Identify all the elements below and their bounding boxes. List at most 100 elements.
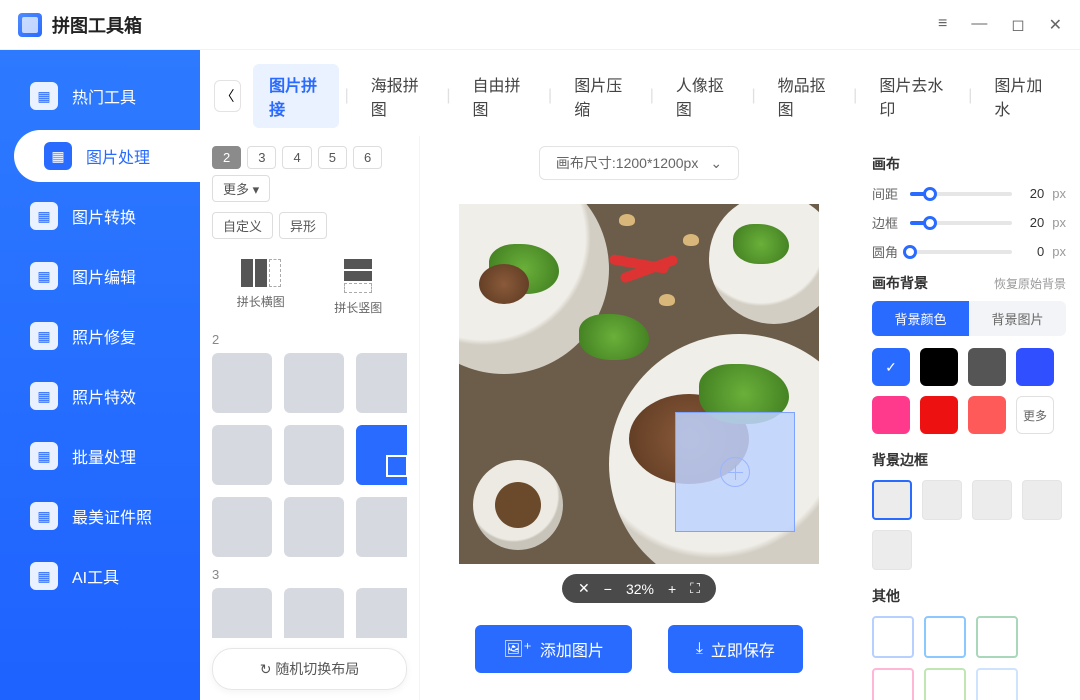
sidebar-label: 批量处理 <box>72 444 136 468</box>
template-option[interactable] <box>356 588 407 638</box>
convert-icon: ▦ <box>30 202 58 230</box>
color-swatch[interactable] <box>920 396 958 434</box>
add-image-button[interactable]: 🖼⁺ 添加图片 <box>475 625 632 673</box>
radius-slider[interactable] <box>910 250 1012 254</box>
tab-7[interactable]: 图片加水 <box>978 64 1064 128</box>
count-5[interactable]: 5 <box>318 146 347 169</box>
count-6[interactable]: 6 <box>353 146 382 169</box>
frame-option[interactable] <box>976 668 1018 700</box>
radius-value: 0 <box>1020 244 1044 259</box>
color-more[interactable]: 更多 <box>1016 396 1054 434</box>
vertical-icon <box>344 259 372 293</box>
template-option[interactable] <box>212 497 272 557</box>
border-option[interactable] <box>922 480 962 520</box>
sidebar-label: 照片修复 <box>72 324 136 348</box>
image-drop-slot[interactable] <box>675 412 795 532</box>
color-swatch[interactable] <box>920 348 958 386</box>
sidebar-item-3[interactable]: ▦图片编辑 <box>0 250 200 302</box>
frame-option[interactable] <box>976 616 1018 658</box>
canvas[interactable] <box>459 204 819 564</box>
reset-bg-button[interactable]: 恢复原始背景 <box>994 275 1066 292</box>
canvas-size-select[interactable]: 画布尺寸:1200*1200px ⌄ <box>539 146 739 180</box>
custom-pill[interactable]: 自定义 <box>212 212 273 239</box>
zoom-out-icon[interactable]: − <box>604 581 612 597</box>
app-logo <box>18 13 42 37</box>
border-option[interactable] <box>972 480 1012 520</box>
download-icon: ⤓ <box>696 640 703 658</box>
bg-title: 画布背景 <box>872 273 928 293</box>
template-option[interactable] <box>212 588 272 638</box>
spacing-value: 20 <box>1020 186 1044 201</box>
tab-0[interactable]: 图片拼接 <box>253 64 339 128</box>
sidebar-item-7[interactable]: ▦最美证件照 <box>0 490 200 542</box>
count-more[interactable]: 更多 ▾ <box>212 175 270 202</box>
template-option[interactable] <box>212 425 272 485</box>
sidebar-label: 图片转换 <box>72 204 136 228</box>
tab-6[interactable]: 图片去水印 <box>863 64 962 128</box>
template-option[interactable] <box>284 353 344 413</box>
template-option[interactable] <box>356 425 407 485</box>
image-process-icon: ▦ <box>44 142 72 170</box>
edit-icon: ▦ <box>30 262 58 290</box>
canvas-size-label: 画布尺寸:1200*1200px <box>556 153 698 173</box>
spacing-slider[interactable] <box>910 192 1012 196</box>
tab-5[interactable]: 物品抠图 <box>762 64 848 128</box>
sidebar-item-6[interactable]: ▦批量处理 <box>0 430 200 482</box>
plus-icon <box>720 457 750 487</box>
template-group-label: 3 <box>212 567 403 582</box>
frame-option[interactable] <box>924 616 966 658</box>
back-button[interactable]: 〈 <box>214 80 241 112</box>
tab-2[interactable]: 自由拼图 <box>457 64 543 128</box>
frame-option[interactable] <box>872 668 914 700</box>
radius-label: 圆角 <box>872 242 902 261</box>
random-layout-button[interactable]: ↻ 随机切换布局 <box>212 648 407 690</box>
mode-vertical[interactable]: 拼长竖图 <box>334 259 382 316</box>
seg-bg-color[interactable]: 背景颜色 <box>872 301 969 336</box>
sidebar-label: 照片特效 <box>72 384 136 408</box>
mode-horizontal[interactable]: 拼长横图 <box>237 259 285 316</box>
save-button[interactable]: ⤓ 立即保存 <box>668 625 803 673</box>
template-option[interactable] <box>284 588 344 638</box>
template-option[interactable] <box>212 353 272 413</box>
app-title: 拼图工具箱 <box>52 12 142 38</box>
minimize-icon[interactable]: — <box>971 15 987 35</box>
tab-4[interactable]: 人像抠图 <box>660 64 746 128</box>
tab-1[interactable]: 海报拼图 <box>355 64 441 128</box>
zoom-level: 32% <box>626 581 654 597</box>
count-2[interactable]: 2 <box>212 146 241 169</box>
border-option[interactable] <box>872 530 912 570</box>
fit-icon[interactable]: ⛶ <box>690 580 700 597</box>
template-option[interactable] <box>356 497 407 557</box>
frame-option[interactable] <box>924 668 966 700</box>
template-option[interactable] <box>284 497 344 557</box>
color-swatch[interactable] <box>872 348 910 386</box>
border-slider[interactable] <box>910 221 1012 225</box>
color-swatch[interactable] <box>968 348 1006 386</box>
sidebar-item-0[interactable]: ▦热门工具 <box>0 70 200 122</box>
sidebar-item-8[interactable]: ▦AI工具 <box>0 550 200 602</box>
zoom-in-icon[interactable]: + <box>668 581 676 597</box>
ai-icon: ▦ <box>30 562 58 590</box>
count-4[interactable]: 4 <box>282 146 311 169</box>
maximize-icon[interactable]: ◻ <box>1011 15 1024 35</box>
template-option[interactable] <box>284 425 344 485</box>
color-swatch[interactable] <box>968 396 1006 434</box>
sidebar-item-1[interactable]: ▦图片处理 <box>14 130 200 182</box>
seg-bg-image[interactable]: 背景图片 <box>969 301 1066 336</box>
sidebar-item-2[interactable]: ▦ 图片转换 <box>0 190 200 242</box>
sidebar-label: 最美证件照 <box>72 504 152 528</box>
irregular-pill[interactable]: 异形 <box>279 212 327 239</box>
frame-option[interactable] <box>872 616 914 658</box>
sidebar-item-5[interactable]: ▦照片特效 <box>0 370 200 422</box>
count-3[interactable]: 3 <box>247 146 276 169</box>
template-option[interactable] <box>356 353 407 413</box>
border-option[interactable] <box>1022 480 1062 520</box>
color-swatch[interactable] <box>872 396 910 434</box>
menu-icon[interactable]: ≡ <box>938 15 947 35</box>
color-swatch[interactable] <box>1016 348 1054 386</box>
tab-3[interactable]: 图片压缩 <box>558 64 644 128</box>
sidebar-item-4[interactable]: ▦照片修复 <box>0 310 200 362</box>
border-option[interactable] <box>872 480 912 520</box>
shuffle-icon[interactable]: ✕ <box>578 580 590 597</box>
close-icon[interactable]: ✕ <box>1049 15 1062 35</box>
